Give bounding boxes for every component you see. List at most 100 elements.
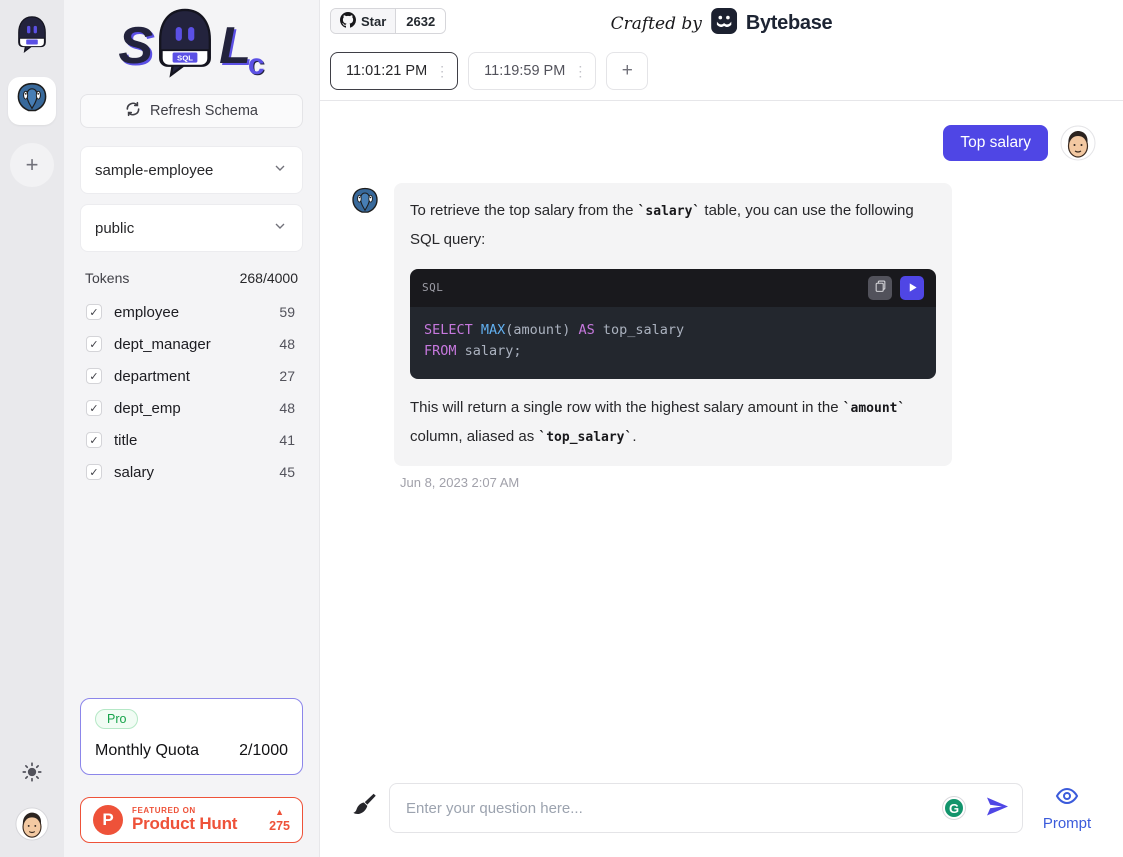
database-select-value: sample-employee (95, 162, 213, 179)
table-row-salary: ✓ salary 45 (80, 456, 303, 488)
table-row-department: ✓ department 27 (80, 360, 303, 392)
logo-robot-icon: SQL (154, 8, 216, 85)
clear-conversation-button[interactable] (350, 792, 377, 824)
code-block-header: SQL (410, 269, 936, 307)
table-name: dept_emp (114, 400, 267, 417)
run-query-button[interactable] (900, 276, 924, 300)
table-token-count: 45 (279, 464, 295, 480)
assistant-paragraph-1: To retrieve the top salary from the `sal… (410, 197, 936, 254)
schema-select[interactable]: public (80, 204, 303, 252)
github-star-label: Star (361, 14, 386, 29)
github-star-count: 2632 (395, 9, 445, 33)
product-hunt-badge[interactable]: P FEATURED ON Product Hunt ▲ 275 (80, 797, 303, 843)
table-row-dept-emp: ✓ dept_emp 48 (80, 392, 303, 424)
logo-letter-c: c (248, 48, 265, 82)
prompt-button[interactable]: Prompt (1035, 784, 1099, 832)
checkbox-title[interactable]: ✓ (86, 432, 102, 448)
table-name: salary (114, 464, 267, 481)
user-message-bubble: Top salary (943, 125, 1048, 161)
chevron-down-icon (272, 218, 288, 238)
tab-menu-icon[interactable]: ⋮ (435, 63, 449, 80)
check-icon: ✓ (89, 402, 98, 415)
plus-icon: + (622, 60, 633, 82)
table-token-count: 48 (279, 400, 295, 416)
table-list: ✓ employee 59 ✓ dept_manager 48 ✓ depart… (80, 296, 303, 488)
refresh-schema-label: Refresh Schema (150, 103, 258, 119)
table-token-count: 41 (279, 432, 295, 448)
code-content: SELECT MAX(amount) AS top_salary FROM sa… (410, 307, 936, 379)
connection-postgres-selected[interactable] (8, 77, 56, 125)
prompt-label: Prompt (1043, 815, 1091, 832)
check-icon: ✓ (89, 434, 98, 447)
tab-conversation-2[interactable]: 11:19:59 PM ⋮ (468, 52, 596, 90)
plus-icon: + (26, 152, 39, 178)
grammarly-icon[interactable]: G (943, 797, 965, 819)
chat-messages: Top salary (320, 101, 1123, 779)
postgresql-elephant-icon (350, 187, 380, 217)
sidebar: S SQL L c (64, 0, 320, 857)
assistant-message-row: To retrieve the top salary from the `sal… (350, 183, 1096, 466)
inline-code: `amount` (843, 401, 906, 416)
postgresql-elephant-icon (15, 82, 49, 121)
refresh-icon (125, 101, 141, 121)
bytebase-brand-name: Bytebase (746, 12, 833, 35)
quota-value: 2/1000 (239, 742, 288, 760)
table-row-dept-manager: ✓ dept_manager 48 (80, 328, 303, 360)
user-account-avatar[interactable] (15, 807, 49, 841)
table-row-title: ✓ title 41 (80, 424, 303, 456)
chevron-down-icon (272, 160, 288, 180)
sqlchat-logo: S SQL L c (80, 0, 303, 88)
theme-toggle-button[interactable] (22, 762, 42, 787)
broom-icon (350, 792, 377, 824)
table-row-employee: ✓ employee 59 (80, 296, 303, 328)
new-conversation-button[interactable]: + (606, 52, 648, 90)
send-icon (985, 795, 1009, 822)
crafted-by-bytebase[interactable]: Crafted by Bytebase (611, 8, 833, 39)
logo-letter-l: L (219, 16, 249, 76)
tab-conversation-1[interactable]: 11:01:21 PM ⋮ (330, 52, 458, 90)
copy-icon (874, 280, 887, 296)
composer-bar: G Prompt (320, 779, 1123, 857)
checkbox-dept-emp[interactable]: ✓ (86, 400, 102, 416)
sqlchat-bot-icon[interactable] (15, 16, 49, 59)
tokens-value: 268/4000 (240, 270, 298, 286)
svg-text:SQL: SQL (177, 53, 193, 62)
pro-badge: Pro (95, 709, 138, 729)
tab-menu-icon[interactable]: ⋮ (573, 63, 587, 80)
refresh-schema-button[interactable]: Refresh Schema (80, 94, 303, 128)
copy-code-button[interactable] (868, 276, 892, 300)
logo-letter-s: S (118, 16, 151, 76)
assistant-paragraph-2: This will return a single row with the h… (410, 394, 936, 452)
checkbox-salary[interactable]: ✓ (86, 464, 102, 480)
inline-code: `top_salary` (538, 430, 632, 445)
send-button[interactable] (985, 795, 1009, 822)
checkbox-employee[interactable]: ✓ (86, 304, 102, 320)
check-icon: ✓ (89, 306, 98, 319)
tab-label: 11:19:59 PM (484, 63, 565, 79)
product-hunt-name: Product Hunt (132, 815, 237, 834)
question-input[interactable] (389, 783, 1023, 833)
bytebase-logo-icon (711, 8, 737, 39)
conversation-tabs: 11:01:21 PM ⋮ 11:19:59 PM ⋮ + (320, 46, 1123, 101)
product-hunt-icon: P (93, 805, 123, 835)
tokens-label: Tokens (85, 270, 129, 286)
github-icon (340, 12, 356, 31)
user-message-row: Top salary (350, 125, 1096, 161)
tokens-row: Tokens 268/4000 (80, 270, 303, 286)
database-select[interactable]: sample-employee (80, 146, 303, 194)
checkbox-department[interactable]: ✓ (86, 368, 102, 384)
checkbox-dept-manager[interactable]: ✓ (86, 336, 102, 352)
product-hunt-votes: 275 (269, 819, 290, 833)
sqlchat-app: + (0, 0, 1123, 857)
schema-select-value: public (95, 220, 134, 237)
table-name: title (114, 432, 267, 449)
github-star-button[interactable]: Star 2632 (330, 8, 446, 34)
add-connection-button[interactable]: + (10, 143, 54, 187)
assistant-message-bubble: To retrieve the top salary from the `sal… (394, 183, 952, 466)
tab-label: 11:01:21 PM (346, 63, 427, 79)
check-icon: ✓ (89, 338, 98, 351)
crafted-by-text: Crafted by (611, 14, 702, 34)
table-name: employee (114, 304, 267, 321)
play-icon (907, 281, 918, 296)
table-name: dept_manager (114, 336, 267, 353)
